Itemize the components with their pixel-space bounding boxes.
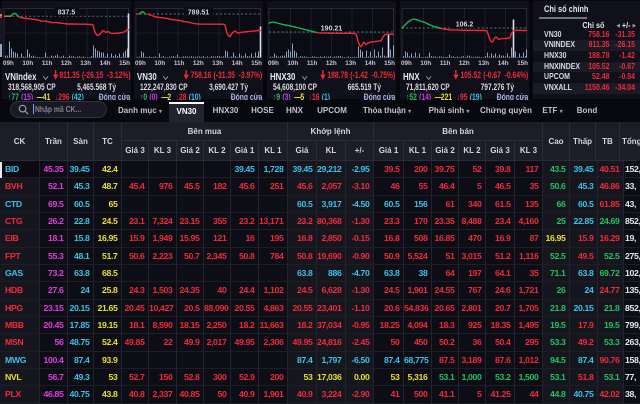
svg-text:190.21: 190.21 [321,25,343,32]
svg-text:106.2: 106.2 [456,21,474,28]
svg-text:837.5: 837.5 [58,9,76,16]
svg-text:789.51: 789.51 [188,9,210,16]
